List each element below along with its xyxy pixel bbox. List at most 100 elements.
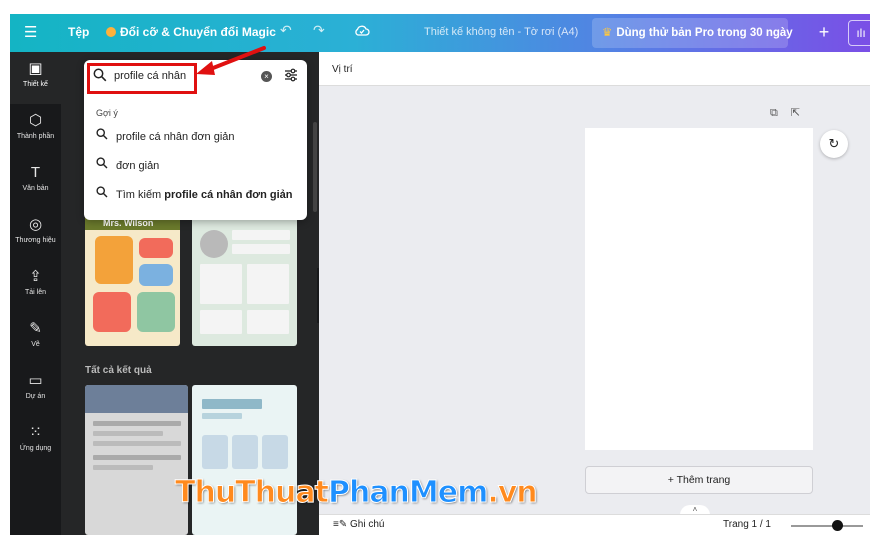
elements-icon: ⬡: [28, 112, 43, 129]
suggestion-label: đơn giản: [116, 160, 160, 172]
template-line: [93, 455, 181, 460]
bottom-bar: ≡✎ Ghi chú Trang 1 / 1: [319, 514, 870, 535]
left-rail: ▣ Thiết kế ⬡ Thành phần T Văn bản ◎ Thươ…: [10, 52, 61, 535]
template-block: [137, 292, 175, 332]
search-all-item[interactable]: Tìm kiếm profile cá nhân đơn giản: [96, 186, 301, 206]
pro-trial-button[interactable]: ♛ Dùng thử bản Pro trong 30 ngày: [592, 18, 793, 48]
notes-label: Ghi chú: [350, 519, 385, 530]
text-icon: T: [30, 164, 41, 181]
template-line: [202, 413, 242, 419]
brand-icon: ◎: [28, 216, 43, 233]
rail-item-label: Thương hiệu: [15, 237, 56, 244]
rail-item-label: Thành phần: [16, 133, 55, 140]
template-thumbnail[interactable]: [192, 385, 297, 535]
zoom-slider-handle[interactable]: [832, 520, 844, 531]
template-line: [93, 431, 163, 436]
template-photo: [232, 435, 258, 469]
cloud-check-icon[interactable]: [354, 23, 370, 40]
rail-item-text[interactable]: T Văn bản: [10, 156, 61, 208]
suggestions-heading: Gợi ý: [96, 108, 118, 118]
undo-icon[interactable]: ↶: [280, 22, 292, 39]
filter-icon[interactable]: [284, 68, 298, 85]
rail-item-draw[interactable]: ✎ Vẽ: [10, 312, 61, 364]
search-highlight-box: [87, 63, 197, 94]
rail-item-label: Ứng dụng: [19, 445, 52, 452]
template-block: [232, 230, 290, 240]
magic-resize-button[interactable]: Đổi cỡ & Chuyển đổi Magic: [106, 25, 276, 39]
template-line: [93, 465, 153, 470]
top-toolbar: ☰ Tệp Đổi cỡ & Chuyển đổi Magic ↶ ↷ Thiế…: [10, 14, 870, 52]
template-thumbnail[interactable]: [192, 214, 297, 346]
template-block: [93, 292, 131, 332]
rail-item-projects[interactable]: ▭ Dự án: [10, 364, 61, 416]
apps-grid-icon: ⁙: [29, 424, 42, 441]
template-photo: [202, 435, 228, 469]
template-line: [93, 441, 181, 446]
template-block: [247, 264, 289, 304]
template-photo: [200, 230, 228, 258]
suggestion-item[interactable]: đơn giản: [96, 157, 301, 177]
rail-item-brand[interactable]: ◎ Thương hiệu: [10, 208, 61, 260]
zoom-slider[interactable]: [791, 525, 863, 527]
rail-item-elements[interactable]: ⬡ Thành phần: [10, 104, 61, 156]
file-menu[interactable]: Tệp: [68, 25, 89, 39]
search-icon: [96, 157, 116, 172]
draw-icon: ✎: [29, 320, 42, 337]
suggestion-label: profile cá nhân đơn giản: [116, 131, 235, 143]
analytics-icon[interactable]: ılı: [848, 20, 870, 46]
template-photo: [262, 435, 288, 469]
rail-item-label: Văn bản: [22, 185, 49, 192]
add-page-icon[interactable]: ⇱: [791, 107, 800, 119]
all-results-heading: Tất cả kết quả: [85, 365, 152, 376]
template-block: [139, 264, 173, 286]
watermark-part: .vn: [487, 475, 538, 511]
suggestion-item[interactable]: profile cá nhân đơn giản: [96, 128, 301, 148]
design-icon: ▣: [28, 60, 43, 77]
template-block: [139, 238, 173, 258]
template-block: [200, 310, 242, 334]
context-toolbar: Vị trí: [319, 52, 870, 86]
document-title[interactable]: Thiết kế không tên - Tờ rơi (A4): [424, 26, 578, 38]
template-line: [202, 399, 262, 409]
template-block: [247, 310, 289, 334]
add-collaborator-button[interactable]: +: [810, 20, 838, 46]
notes-icon: ≡✎: [333, 519, 350, 530]
page-tools: ⧉ ⇱: [770, 106, 800, 120]
crown-icon: ♛: [602, 27, 613, 39]
template-block: [232, 244, 290, 254]
design-page[interactable]: [585, 128, 813, 450]
watermark-part: ThuThuat: [175, 475, 330, 511]
menu-icon[interactable]: ☰: [24, 23, 37, 41]
search-all-query: profile cá nhân đơn giản: [164, 189, 293, 201]
rail-item-label: Tải lên: [24, 289, 46, 296]
position-button[interactable]: Vị trí: [332, 64, 353, 75]
crown-icon: [106, 27, 116, 37]
template-line: [93, 421, 181, 426]
panel-scrollbar[interactable]: [313, 122, 317, 212]
magic-resize-label: Đổi cỡ & Chuyển đổi Magic: [120, 25, 276, 39]
duplicate-page-icon[interactable]: ⧉: [770, 107, 778, 119]
folder-icon: ▭: [28, 372, 43, 389]
rail-item-label: Dự án: [25, 393, 46, 400]
search-all-prefix: Tìm kiếm: [116, 189, 165, 201]
redo-icon[interactable]: ↷: [313, 22, 325, 39]
magic-refresh-icon[interactable]: ↻: [820, 130, 848, 158]
page-count[interactable]: Trang 1 / 1: [723, 519, 771, 530]
template-thumbnail[interactable]: Mrs. Wilson: [85, 214, 180, 346]
watermark-logo: ThuThuatPhanMem.vn: [175, 475, 539, 511]
notes-button[interactable]: ≡✎ Ghi chú: [333, 519, 384, 530]
template-block: [200, 264, 242, 304]
upload-icon: ⇪: [29, 268, 42, 285]
template-photo: [95, 236, 133, 284]
search-icon: [96, 186, 116, 201]
rail-item-label: Thiết kế: [23, 81, 48, 88]
watermark-part: PhanMem: [327, 475, 488, 511]
add-page-button[interactable]: + Thêm trang: [585, 466, 813, 494]
pro-trial-label: Dùng thử bản Pro trong 30 ngày: [616, 27, 793, 39]
rail-item-apps[interactable]: ⁙ Ứng dụng: [10, 416, 61, 468]
rail-item-label: Vẽ: [31, 341, 40, 348]
template-thumbnail[interactable]: [85, 385, 188, 535]
search-dropdown: profile cá nhân × Gợi ý profile cá nhân …: [84, 60, 307, 220]
rail-item-design[interactable]: ▣ Thiết kế: [10, 52, 61, 104]
rail-item-uploads[interactable]: ⇪ Tải lên: [10, 260, 61, 312]
